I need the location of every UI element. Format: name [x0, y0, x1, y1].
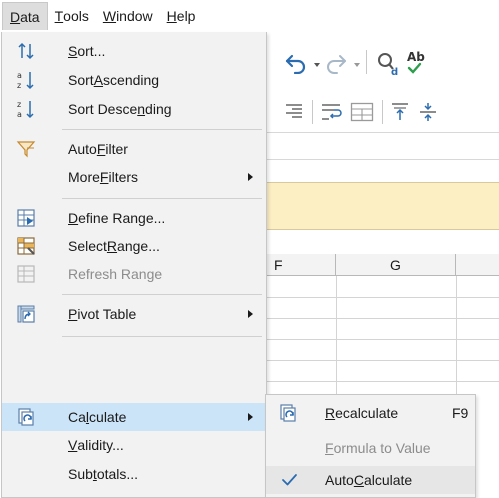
redo-dropdown-icon[interactable]: [354, 63, 360, 67]
shortcut-label: F9: [452, 405, 469, 421]
formula-bar[interactable]: [266, 132, 499, 160]
formatting-toolbar: [266, 90, 499, 134]
select-range-icon: [17, 237, 35, 255]
redo-icon[interactable]: [324, 52, 348, 74]
svg-text:a: a: [17, 71, 22, 80]
sort-icon: [18, 42, 34, 60]
menu-item-sort[interactable]: Sort...: [2, 37, 266, 65]
submenu-arrow-icon: [248, 310, 253, 318]
undo-icon[interactable]: [284, 52, 308, 74]
toolbar-separator: [366, 50, 367, 74]
submenu-item-formula-to-value: Formula to Value: [325, 440, 431, 456]
menu-item-calculate[interactable]: Ca l culate: [2, 403, 266, 431]
menu-item-subtotals[interactable]: Sub t otals...: [2, 460, 266, 488]
svg-text:z: z: [17, 81, 21, 90]
menu-separator: [62, 129, 262, 130]
calculate-submenu: Recalculate F9 Formula to Value Auto Calc…: [265, 394, 476, 498]
svg-text:a: a: [17, 110, 22, 119]
menu-help[interactable]: Help: [160, 2, 203, 30]
menu-item-select-range[interactable]: Select Range...: [2, 232, 266, 260]
merge-cells-icon[interactable]: [350, 102, 374, 122]
svg-text:d: d: [391, 67, 398, 76]
menu-separator: [62, 294, 262, 295]
menu-item-define-range[interactable]: Define Range...: [2, 204, 266, 232]
menubar: Data Tools Window Help: [0, 0, 499, 32]
align-right-icon[interactable]: [284, 102, 304, 122]
pivot-table-icon: [17, 305, 35, 323]
column-header-g[interactable]: G: [336, 254, 456, 276]
define-range-icon: [17, 209, 35, 227]
infobar: [266, 182, 499, 230]
toolbar-separator: [382, 100, 383, 124]
toolbar-separator: [312, 100, 313, 124]
calculate-icon: [18, 408, 34, 426]
menu-data[interactable]: Data: [2, 2, 48, 30]
find-replace-icon[interactable]: d: [376, 50, 402, 76]
spelling-icon[interactable]: Ab: [406, 48, 436, 76]
refresh-range-icon: [17, 265, 35, 283]
menu-item-sort-ascending[interactable]: a z Sort Ascending: [2, 66, 266, 94]
wrap-text-icon[interactable]: [320, 102, 342, 122]
sort-descending-icon: z a: [17, 100, 34, 119]
align-top-icon[interactable]: [390, 102, 410, 122]
submenu-item-recalculate[interactable]: Recalculate F9: [266, 399, 475, 427]
submenu-arrow-icon: [248, 173, 253, 181]
submenu-item-autocalculate[interactable]: Auto Calculate: [266, 466, 475, 494]
standard-toolbar: d Ab: [266, 36, 499, 86]
data-menu: Sort... a z Sort Ascending z a Sort Desc…: [1, 32, 267, 498]
svg-text:z: z: [17, 100, 21, 109]
filter-funnel-icon: [16, 141, 36, 158]
menu-separator: [62, 336, 262, 337]
checkmark-icon: [282, 474, 297, 486]
menu-window[interactable]: Window: [96, 2, 160, 30]
recalculate-icon: [280, 404, 296, 422]
column-headers: F G: [266, 254, 499, 276]
menu-item-refresh-range: Refresh Range: [2, 260, 266, 288]
menu-item-autofilter[interactable]: Auto Filter: [2, 135, 266, 163]
menu-tools[interactable]: Tools: [48, 2, 96, 30]
undo-dropdown-icon[interactable]: [314, 63, 320, 67]
menu-item-more-filters[interactable]: More Filters: [2, 163, 266, 191]
svg-text:Ab: Ab: [407, 50, 425, 64]
center-vertically-icon[interactable]: [418, 102, 438, 122]
menu-item-sort-descending[interactable]: z a Sort Desce n ding: [2, 95, 266, 123]
cell-grid[interactable]: [266, 276, 499, 398]
column-header-f[interactable]: F: [266, 254, 336, 276]
menu-item-validity[interactable]: Validity...: [2, 431, 266, 459]
menu-item-pivot-table[interactable]: Pivot Table: [2, 300, 266, 328]
sort-ascending-icon: a z: [17, 71, 34, 90]
menu-separator: [62, 198, 262, 199]
submenu-arrow-icon: [248, 413, 253, 421]
